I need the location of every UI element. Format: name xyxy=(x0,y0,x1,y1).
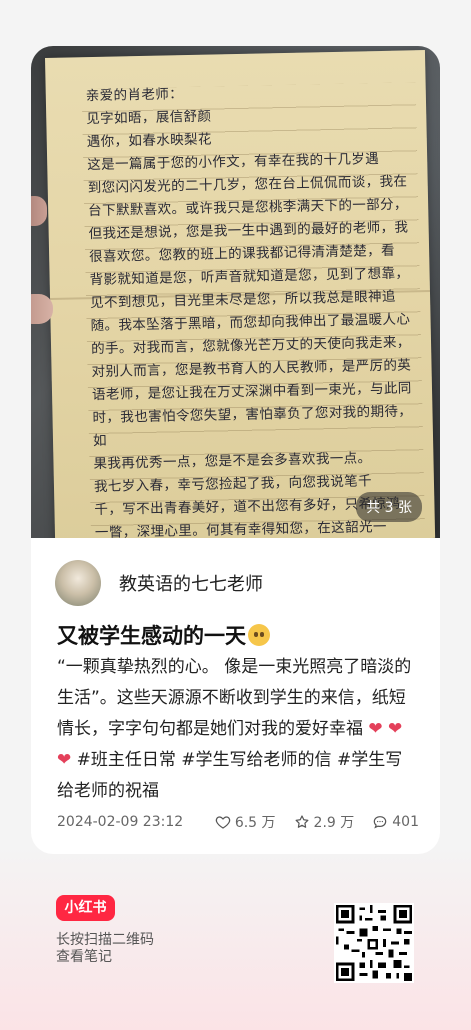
comment-stat[interactable]: 401 xyxy=(372,814,419,830)
smiling-emoji-icon xyxy=(248,624,270,646)
note-body-text: “一颗真挚热烈的心。 像是一束光照亮了暗淡的生活”。这些天源源不断收到学生的来信… xyxy=(57,657,412,739)
heart-outline-icon xyxy=(215,816,231,829)
collect-count: 2.9 万 xyxy=(313,815,355,831)
letter-handwriting: 亲爱的肖老师： 见字如晤，展信舒颜 遇你，如春水映梨花 这是一篇属于您的小作文，… xyxy=(85,86,413,538)
note-meta: 2024-02-09 23:12 6.5 万 2.9 万 401 xyxy=(57,812,419,832)
avatar[interactable] xyxy=(55,560,101,606)
collect-stat[interactable]: 2.9 万 xyxy=(294,812,355,832)
note-title: 又被学生感动的一天 xyxy=(57,620,270,650)
note-card: 亲爱的肖老师： 见字如晤，展信舒颜 遇你，如春水映梨花 这是一篇属于您的小作文，… xyxy=(31,46,440,854)
like-count: 6.5 万 xyxy=(234,815,276,831)
scan-hint-line2: 查看笔记 xyxy=(56,949,112,965)
like-stat[interactable]: 6.5 万 xyxy=(215,812,276,832)
qr-code-icon[interactable] xyxy=(334,903,414,983)
note-title-text: 又被学生感动的一天 xyxy=(57,624,246,648)
image-count-badge: 共 3 张 xyxy=(356,492,422,522)
letter-paper: 亲爱的肖老师： 见字如晤，展信舒颜 遇你，如春水映梨花 这是一篇属于您的小作文，… xyxy=(45,50,436,538)
hashtag-list[interactable]: #班主任日常 #学生写给老师的信 #学生写给老师的祝福 xyxy=(57,750,402,801)
scan-hint-line1: 长按扫描二维码 xyxy=(56,932,154,948)
scan-hint: 长按扫描二维码 查看笔记 xyxy=(56,932,154,966)
xiaohongshu-logo: 小红书 xyxy=(56,895,115,921)
comment-count: 401 xyxy=(392,814,419,830)
note-body: “一颗真挚热烈的心。 像是一束光照亮了暗淡的生活”。这些天源源不断收到学生的来信… xyxy=(57,652,419,807)
author-name[interactable]: 教英语的七七老师 xyxy=(119,570,263,596)
author-row[interactable]: 教英语的七七老师 xyxy=(55,560,263,606)
post-image[interactable]: 亲爱的肖老师： 见字如晤，展信舒颜 遇你，如春水映梨花 这是一篇属于您的小作文，… xyxy=(31,46,440,538)
comment-bubble-icon xyxy=(373,816,387,829)
star-outline-icon xyxy=(295,815,309,828)
post-date: 2024-02-09 23:12 xyxy=(57,814,184,830)
